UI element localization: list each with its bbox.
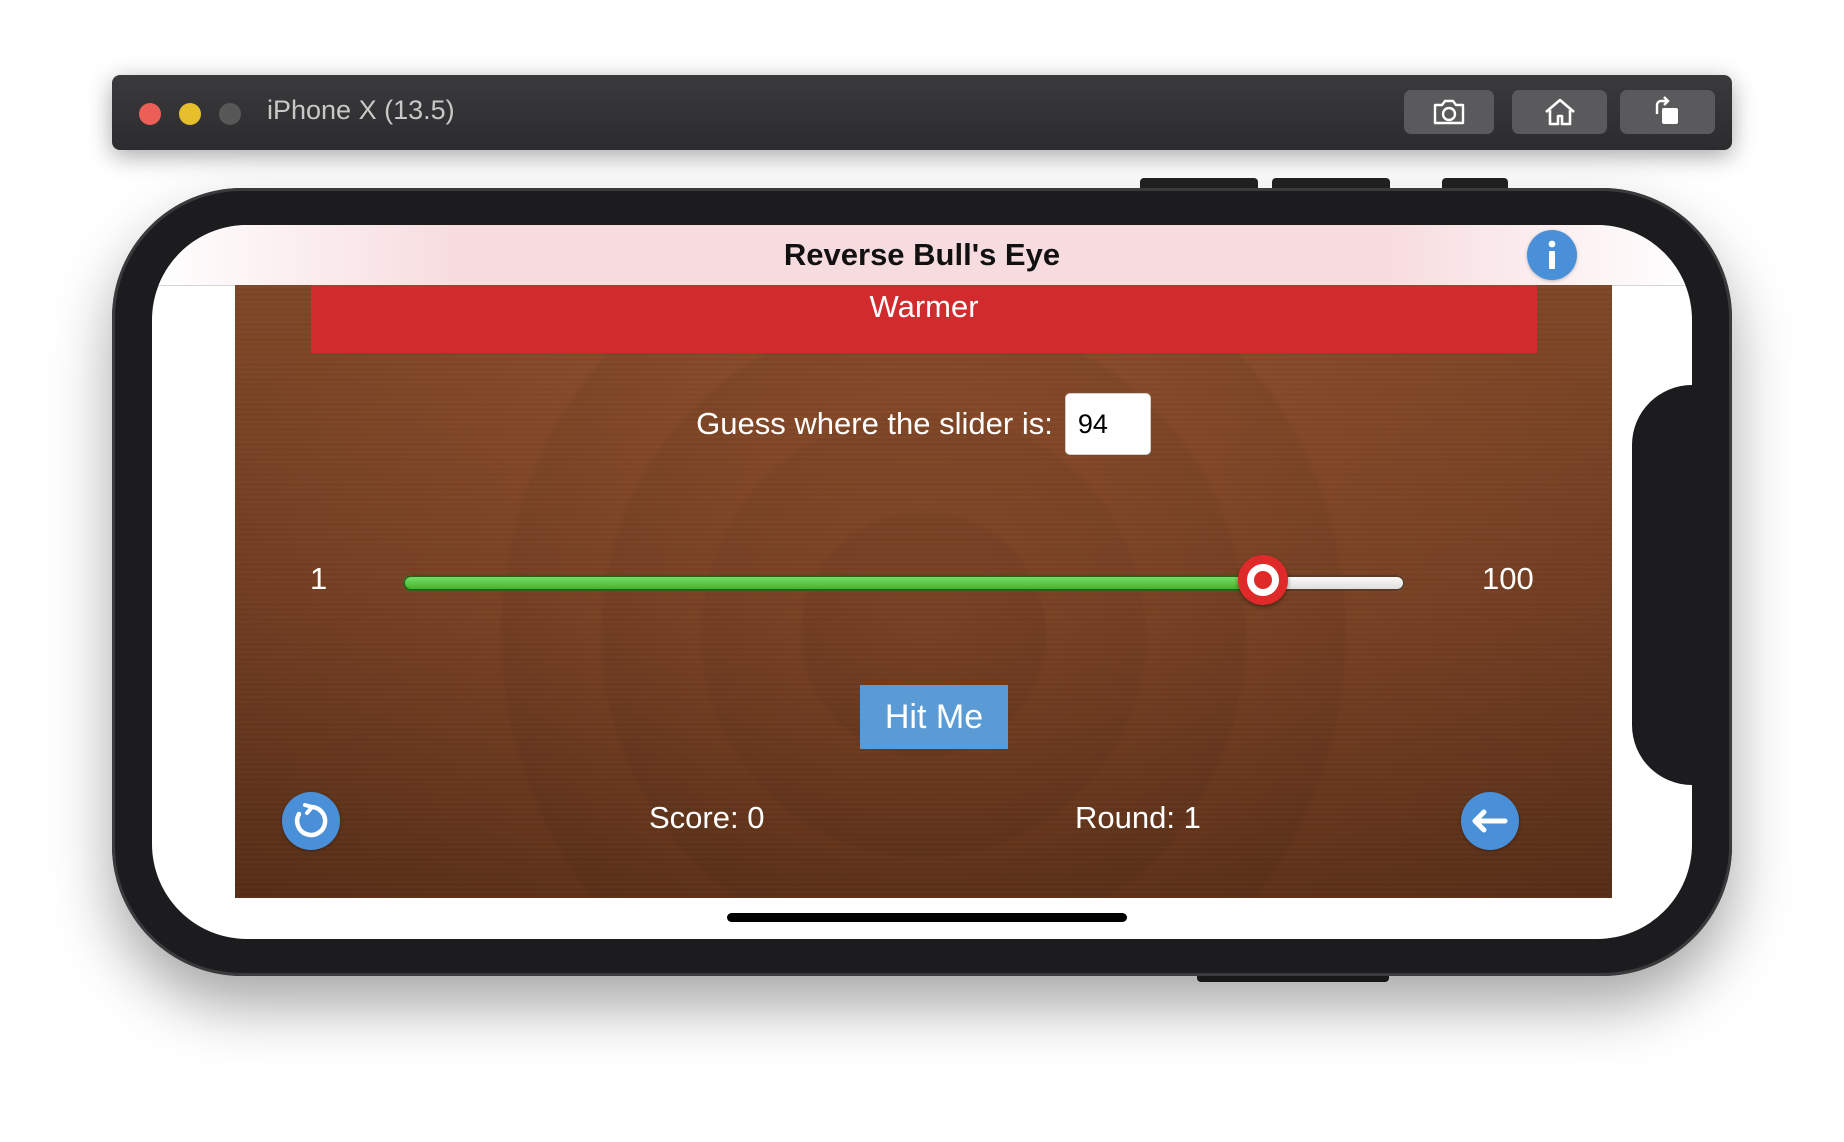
- rotate-button[interactable]: [1620, 90, 1715, 134]
- guess-row: Guess where the slider is: 94: [235, 393, 1612, 455]
- rotate-icon: [1655, 96, 1678, 124]
- restart-icon: [294, 803, 328, 838]
- home-button[interactable]: [1512, 90, 1607, 134]
- screenshot-button[interactable]: [1404, 90, 1494, 134]
- guess-slider[interactable]: [403, 555, 1405, 605]
- slider-thumb[interactable]: [1238, 555, 1288, 605]
- slider-max-label: 100: [1482, 561, 1534, 596]
- phone-screen: Reverse Bull's Eye Warmer Guess where th…: [152, 225, 1692, 939]
- simulator-titlebar: iPhone X (13.5): [112, 75, 1732, 150]
- nav-title: Reverse Bull's Eye: [783, 237, 1061, 272]
- close-window-button[interactable]: [139, 103, 161, 125]
- home-indicator[interactable]: [727, 913, 1127, 922]
- back-arrow-icon: [1472, 809, 1508, 833]
- slider-track-fill: [403, 575, 1263, 591]
- iphone-device: Reverse Bull's Eye Warmer Guess where th…: [112, 188, 1732, 976]
- back-button[interactable]: [1461, 792, 1519, 850]
- zoom-window-button[interactable]: [219, 103, 241, 125]
- info-icon: [1548, 240, 1556, 269]
- minimize-window-button[interactable]: [179, 103, 201, 125]
- navigation-bar: Reverse Bull's Eye: [152, 225, 1692, 286]
- status-banner: Warmer: [311, 285, 1537, 353]
- home-icon: [1544, 98, 1575, 126]
- hit-me-button[interactable]: Hit Me: [860, 685, 1008, 749]
- camera-icon: [1433, 99, 1465, 125]
- game-board: Warmer Guess where the slider is: 94 1 1…: [235, 285, 1612, 898]
- score-label: Score: 0: [649, 800, 765, 835]
- window-title: iPhone X (13.5): [267, 95, 455, 125]
- simulator-stage: iPhone X (13.5) Reverse Bull's Eye Warme…: [0, 0, 1844, 1142]
- guess-label: Guess where the slider is:: [696, 406, 1053, 441]
- sensor-notch: [1632, 385, 1692, 785]
- info-button[interactable]: [1527, 230, 1577, 280]
- slider-min-label: 1: [310, 561, 328, 596]
- round-label: Round: 1: [1075, 800, 1201, 835]
- restart-button[interactable]: [282, 792, 340, 850]
- guess-input[interactable]: 94: [1064, 393, 1151, 455]
